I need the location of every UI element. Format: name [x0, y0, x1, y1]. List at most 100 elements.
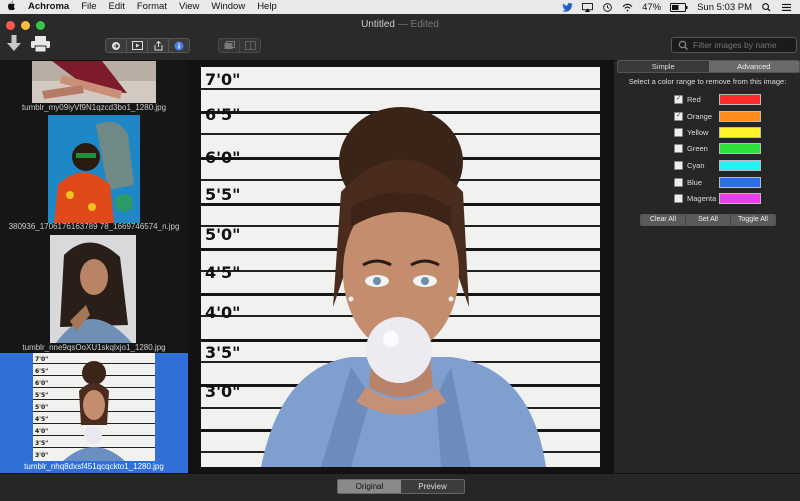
svg-text:7'0": 7'0" [35, 356, 48, 363]
view-actions-segment [105, 38, 190, 53]
thumbnail-item[interactable]: 380936_1706176163789 78_1669746574_n.jpg [0, 115, 188, 231]
magenta-swatch[interactable] [719, 193, 761, 204]
cyan-swatch[interactable] [719, 160, 761, 171]
red-swatch[interactable] [719, 94, 761, 105]
compare-segment [218, 38, 261, 53]
orange-swatch[interactable] [719, 111, 761, 122]
portrait-illustration [261, 107, 546, 467]
blue-swatch[interactable] [719, 177, 761, 188]
play-frame-icon [131, 41, 143, 50]
menu-view[interactable]: View [173, 0, 205, 14]
spotlight-search-icon[interactable] [761, 2, 772, 12]
info-button[interactable] [169, 39, 189, 52]
window-title: Untitled — Edited [0, 19, 800, 30]
svg-text:5'5": 5'5" [35, 392, 48, 399]
menu-clock[interactable]: Sun 5:03 PM [697, 2, 752, 13]
color-label: Blue [687, 177, 703, 187]
tab-simple[interactable]: Simple [618, 61, 709, 72]
single-view-button[interactable] [219, 39, 240, 52]
tab-original[interactable]: Original [338, 480, 401, 493]
selection-buttons: Clear All Set All Toggle All [640, 214, 776, 226]
menu-help[interactable]: Help [251, 0, 283, 14]
photo-stack-icon [224, 41, 235, 49]
color-row-orange: ✓ Orange [674, 111, 800, 122]
color-row-yellow: Yellow [674, 127, 800, 138]
svg-text:5'0": 5'0" [35, 404, 48, 411]
main-photo: 7'0" 6'5" 6'0" 5'5" 5'0" 4'5" 4'0" 3'5" … [201, 67, 600, 467]
toggle-all-button[interactable]: Toggle All [731, 215, 775, 225]
apple-menu-icon[interactable] [0, 0, 22, 14]
menu-achroma[interactable]: Achroma [22, 0, 75, 14]
thumbnail-item[interactable]: tumblr_my09iyVf9N1qzcd3bo1_1280.jpg [0, 61, 188, 115]
color-label: Green [687, 143, 708, 153]
color-label: Yellow [687, 127, 709, 137]
split-photo-icon [244, 41, 256, 50]
import-button[interactable] [7, 35, 21, 57]
share-icon [154, 40, 162, 50]
thumbnail-image: 7'0" 6'5" 6'0" 5'5" 5'0" 4'5" 4'0" 3'5" 3'0" [33, 353, 155, 461]
green-checkbox[interactable] [674, 143, 683, 153]
thumbnail-filename: tumblr_my09iyVf9N1qzcd3bo1_1280.jpg [21, 103, 167, 112]
tab-advanced[interactable]: Advanced [708, 61, 799, 72]
search-input[interactable] [693, 40, 793, 50]
red-checkbox[interactable]: ✓ [674, 94, 683, 104]
slideshow-button[interactable] [127, 39, 148, 52]
twitter-icon[interactable] [562, 2, 573, 12]
menu-window[interactable]: Window [205, 0, 251, 14]
airplay-icon[interactable] [582, 2, 593, 12]
tab-preview[interactable]: Preview [401, 480, 464, 493]
yellow-swatch[interactable] [719, 127, 761, 138]
color-row-blue: Blue [674, 177, 800, 188]
color-label: Cyan [687, 160, 705, 170]
battery-percent: 47% [642, 1, 662, 13]
panel-instruction: Select a color range to remove from this… [628, 77, 787, 86]
view-mode-tabs: Original Preview [337, 479, 465, 494]
thumbnail-item[interactable]: tumblr_nne9qsOoXU1skqlxjo1_1280.jpg [0, 231, 188, 352]
battery-icon[interactable] [670, 2, 688, 12]
thumbnail-filename: 380936_1706176163789 78_1669746574_n.jpg [8, 222, 180, 231]
menu-edit[interactable]: Edit [103, 0, 131, 14]
clear-all-button[interactable]: Clear All [641, 215, 686, 225]
edited-status: — Edited [397, 19, 439, 30]
back-button[interactable] [106, 39, 127, 52]
thumbnail-item-selected[interactable]: 7'0" 6'5" 6'0" 5'5" 5'0" 4'5" 4'0" 3'5" 3'0" tum… [0, 353, 188, 473]
svg-text:4'5": 4'5" [35, 416, 48, 423]
split-view-button[interactable] [240, 39, 260, 52]
thumbnail-list[interactable]: tumblr_my09iyVf9N1qzcd3bo1_1280.jpg 3809… [0, 61, 188, 473]
yellow-checkbox[interactable] [674, 127, 683, 137]
notification-center-icon[interactable] [781, 3, 792, 12]
orange-checkbox[interactable]: ✓ [674, 111, 683, 121]
thumbnail-image [50, 235, 136, 343]
color-row-cyan: Cyan [674, 160, 800, 171]
arrow-circle-icon [112, 41, 120, 50]
document-name: Untitled [361, 19, 395, 30]
svg-text:6'5": 6'5" [35, 368, 48, 375]
filter-search-field[interactable] [671, 37, 797, 53]
menu-format[interactable]: Format [131, 0, 173, 14]
svg-text:4'0": 4'0" [35, 428, 48, 435]
menu-file[interactable]: File [75, 0, 102, 14]
cyan-checkbox[interactable] [674, 160, 683, 170]
svg-text:3'5": 3'5" [35, 440, 48, 447]
print-button[interactable] [31, 36, 50, 57]
set-all-button[interactable]: Set All [686, 215, 731, 225]
magenta-checkbox[interactable] [674, 193, 683, 203]
color-row-green: Green [674, 143, 800, 154]
window-toolbar: Untitled — Edited [0, 14, 800, 61]
wifi-icon[interactable] [622, 3, 633, 12]
green-swatch[interactable] [719, 143, 761, 154]
svg-text:3'0": 3'0" [35, 452, 48, 459]
download-arrow-icon [7, 35, 21, 51]
search-icon [678, 40, 688, 50]
time-machine-icon[interactable] [602, 2, 613, 12]
color-label: Magenta [687, 193, 717, 203]
menu-bar: Achroma File Edit Format View Window Hel… [0, 0, 800, 14]
info-icon [174, 41, 184, 50]
share-button[interactable] [148, 39, 169, 52]
svg-text:6'0": 6'0" [35, 380, 48, 387]
image-canvas[interactable]: 7'0" 6'5" 6'0" 5'5" 5'0" 4'5" 4'0" 3'5" … [188, 61, 613, 473]
color-row-magenta: Magenta [674, 193, 800, 204]
blue-checkbox[interactable] [674, 177, 683, 187]
thumbnail-filename: tumblr_nne9qsOoXU1skqlxjo1_1280.jpg [22, 343, 166, 352]
thumbnail-image [32, 61, 156, 103]
